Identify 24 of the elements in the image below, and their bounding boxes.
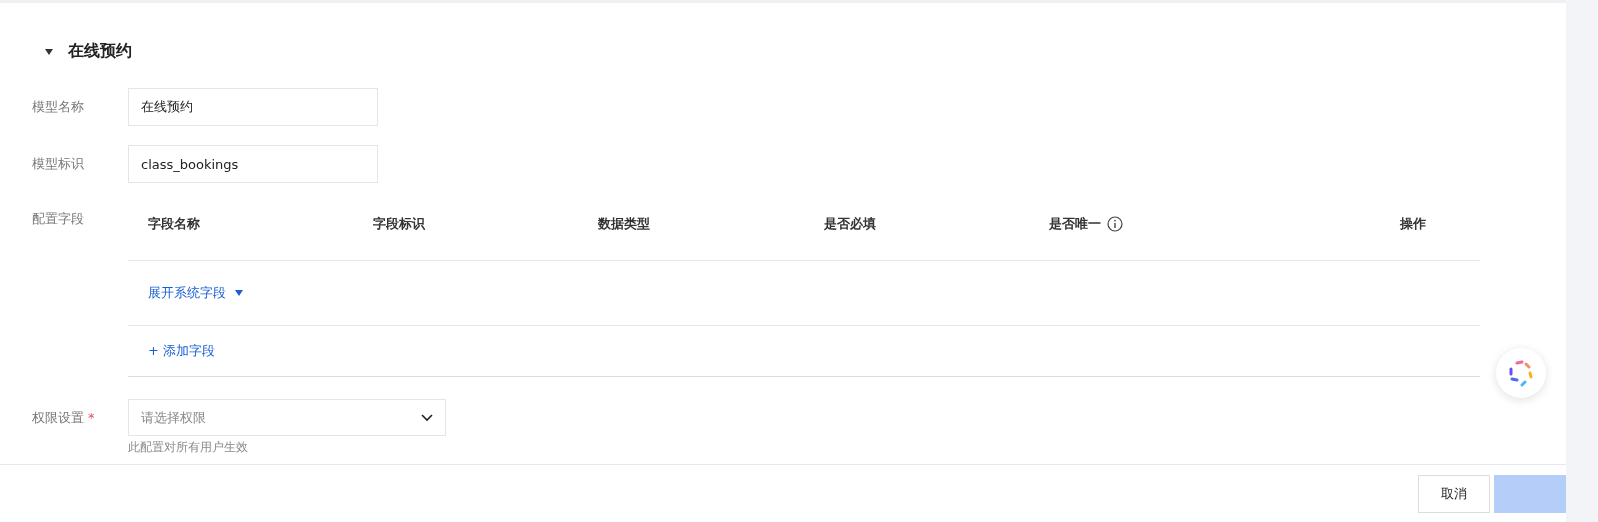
field-label: 模型标识 bbox=[32, 155, 85, 173]
expand-system-fields-link[interactable]: 展开系统字段 bbox=[148, 284, 244, 302]
column-header: 是否必填 bbox=[824, 215, 877, 233]
assistant-logo-icon bbox=[1507, 359, 1535, 387]
field-label: 权限设置 * bbox=[32, 408, 96, 427]
required-mark: * bbox=[88, 409, 95, 425]
cancel-button[interactable]: 取消 bbox=[1418, 474, 1490, 513]
chevron-down-icon bbox=[421, 413, 433, 422]
collapse-triangle-icon[interactable] bbox=[44, 46, 54, 57]
text-field[interactable]: class_bookings bbox=[128, 145, 378, 183]
info-icon[interactable] bbox=[1107, 216, 1123, 232]
text-field[interactable]: 在线预约 bbox=[128, 88, 378, 126]
column-header: 字段标识 bbox=[373, 215, 426, 233]
field-label: 配置字段 bbox=[32, 210, 85, 228]
add-field-link[interactable]: + 添加字段 bbox=[148, 342, 216, 360]
permission-select[interactable]: 请选择权限 bbox=[128, 399, 446, 436]
field-label: 模型名称 bbox=[32, 98, 85, 116]
section-title: 在线预约 bbox=[68, 41, 132, 62]
column-header: 操作 bbox=[1400, 215, 1427, 233]
column-header: 数据类型 bbox=[598, 215, 651, 233]
caret-icon bbox=[234, 288, 244, 298]
column-header: 是否唯一 bbox=[1049, 215, 1400, 233]
hint-text: 此配置对所有用户生效 bbox=[128, 439, 249, 456]
column-header: 字段名称 bbox=[148, 215, 201, 233]
